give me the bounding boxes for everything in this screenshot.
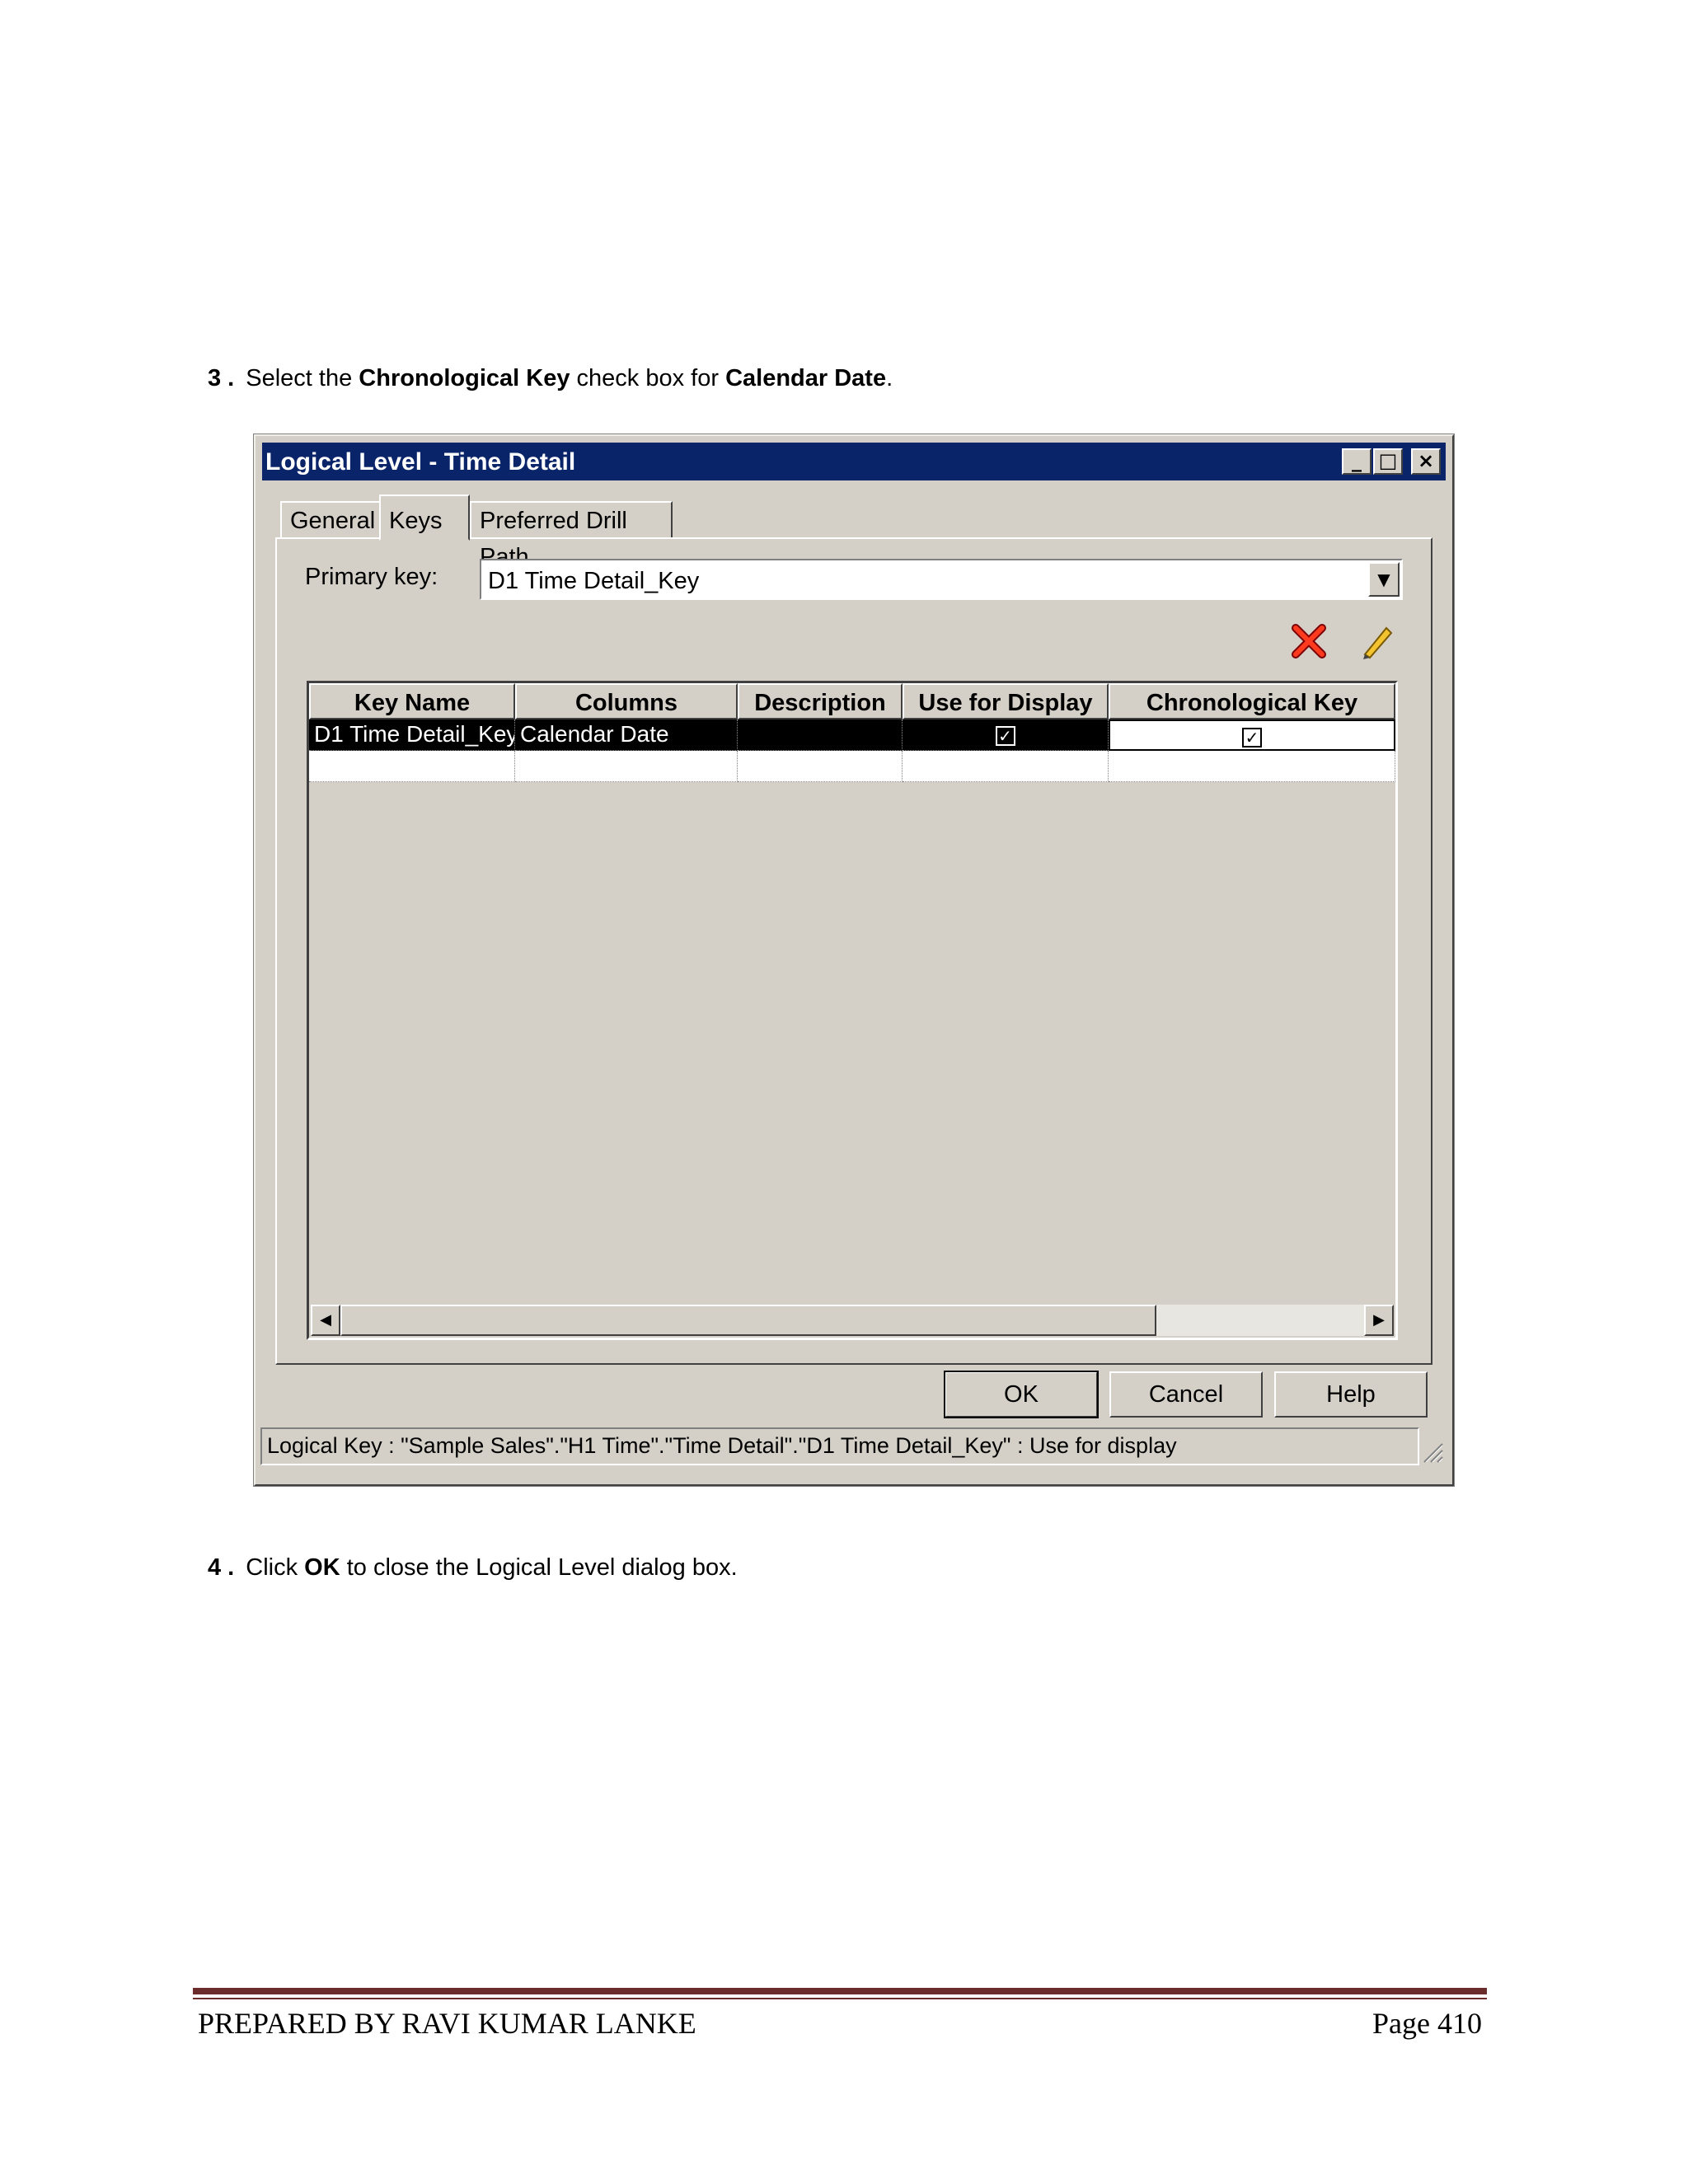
empty-cell[interactable]	[1109, 751, 1395, 782]
emphasis-calendar-date: Calendar Date	[725, 365, 887, 391]
footer-author: PREPARED BY RAVI KUMAR LANKE	[198, 2007, 696, 2040]
chronological-key-cell[interactable]: ✓	[1109, 719, 1395, 751]
resize-grip-icon[interactable]	[1419, 1439, 1444, 1464]
description-cell[interactable]	[738, 719, 903, 751]
dropdown-arrow-icon[interactable]: ▼	[1368, 562, 1400, 597]
help-button[interactable]: Help	[1274, 1371, 1428, 1418]
cancel-button[interactable]: Cancel	[1109, 1371, 1263, 1418]
delete-icon[interactable]	[1289, 621, 1329, 661]
primary-key-label: Primary key:	[305, 564, 438, 590]
column-header-key-name[interactable]: Key Name	[309, 683, 515, 719]
scroll-left-icon[interactable]: ◀	[311, 1305, 340, 1336]
empty-cell[interactable]	[903, 751, 1109, 782]
dialog-title: Logical Level - Time Detail	[265, 448, 576, 476]
instruction-step-4: 4 . Click OK to close the Logical Level d…	[208, 1554, 738, 1581]
primary-key-value: D1 Time Detail_Key	[488, 568, 700, 594]
use-for-display-cell[interactable]: ✓	[903, 719, 1109, 751]
column-header-columns[interactable]: Columns	[515, 683, 738, 719]
close-icon[interactable]: ×	[1411, 448, 1441, 475]
emphasis-chronological-key: Chronological Key	[359, 365, 570, 391]
scroll-right-icon[interactable]: ▶	[1364, 1305, 1394, 1336]
tab-preferred-drill-path[interactable]: Preferred Drill Path	[470, 501, 673, 570]
empty-cell[interactable]	[738, 751, 903, 782]
step-number: 3 .	[208, 365, 235, 391]
horizontal-scrollbar[interactable]: ◀ ▶	[311, 1305, 1394, 1336]
empty-cell[interactable]	[309, 751, 515, 782]
key-name-cell[interactable]: D1 Time Detail_Key	[309, 719, 515, 751]
keys-grid: Key Name Columns Description Use for Dis…	[307, 681, 1398, 1340]
maximize-icon[interactable]: □	[1373, 448, 1403, 475]
footer-rule	[193, 1988, 1487, 1994]
use-for-display-checkbox[interactable]: ✓	[995, 725, 1015, 746]
instruction-step-3: 3 . Select the Chronological Key check bo…	[208, 365, 893, 391]
minimize-icon[interactable]: _	[1342, 448, 1372, 475]
step-number: 4 .	[208, 1554, 235, 1581]
column-header-chronological-key[interactable]: Chronological Key	[1109, 683, 1395, 719]
status-bar: Logical Key : "Sample Sales"."H1 Time"."…	[260, 1427, 1419, 1465]
footer-page-number: Page 410	[1372, 2007, 1482, 2040]
scrollbar-thumb[interactable]	[340, 1305, 1156, 1336]
dialog-titlebar[interactable]: Logical Level - Time Detail _ □ ×	[262, 443, 1446, 480]
chronological-key-checkbox[interactable]: ✓	[1242, 727, 1262, 748]
column-header-description[interactable]: Description	[738, 683, 903, 719]
columns-cell[interactable]: Calendar Date	[515, 719, 738, 751]
emphasis-ok: OK	[304, 1554, 340, 1581]
ok-button[interactable]: OK	[944, 1371, 1099, 1418]
tab-general[interactable]: General	[280, 501, 381, 539]
empty-cell[interactable]	[515, 751, 738, 782]
primary-key-select[interactable]: D1 Time Detail_Key ▼	[480, 559, 1403, 600]
column-header-use-for-display[interactable]: Use for Display	[903, 683, 1109, 719]
edit-icon[interactable]	[1357, 621, 1396, 661]
footer-rule-thin	[193, 1998, 1487, 1999]
tab-keys[interactable]: Keys	[379, 494, 470, 541]
